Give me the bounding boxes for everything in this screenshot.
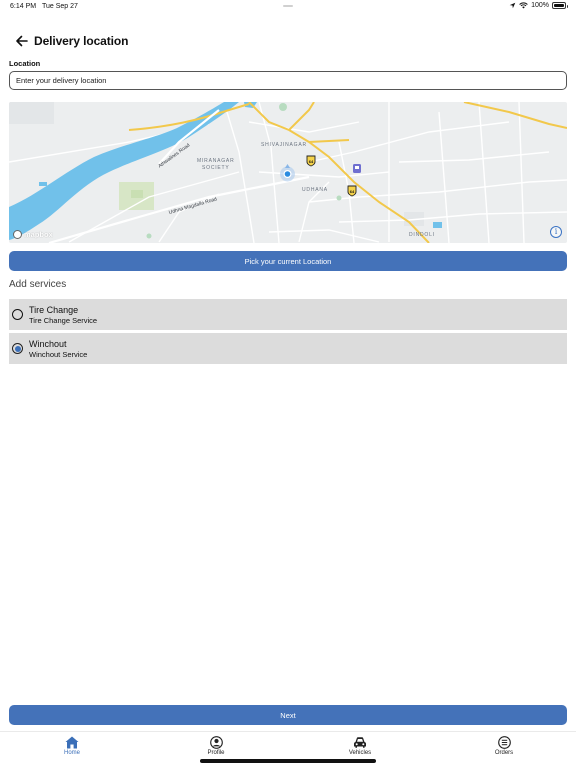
map-label-miranagar: MIRANAGAR [197,158,235,164]
page-header: Delivery location [14,33,128,49]
tab-home[interactable]: Home [42,736,102,756]
car-icon [354,737,366,748]
location-input[interactable] [9,71,567,90]
back-button[interactable] [14,34,28,48]
multitasking-indicator [283,5,293,7]
service-description: Tire Change Service [29,315,98,325]
radio-button[interactable] [12,309,23,320]
shield-number: 64 [308,158,314,164]
mapbox-mark-icon [13,230,22,239]
tab-orders[interactable]: Orders [474,736,534,756]
services-title: Add services [9,279,67,290]
shield-number: 64 [349,188,355,194]
map-view[interactable]: 64 64 SHIVAJINAGAR MIRANAGAR SOCIETY UDH… [9,102,567,243]
wifi-icon [519,2,528,9]
map-label-society: SOCIETY [202,165,230,171]
service-name: Winchout [29,338,67,349]
status-time: 6:14 PM [10,3,37,10]
service-option-winchout[interactable]: Winchout Winchout Service [9,333,567,364]
service-option-tire-change[interactable]: Tire Change Tire Change Service [9,299,567,330]
tab-label: Orders [494,750,514,756]
orders-icon [497,736,511,749]
service-description: Winchout Service [29,349,88,359]
tab-label: Home [63,750,80,756]
service-name: Tire Change [29,304,79,315]
mapbox-wordmark: mapbox [24,230,53,239]
map-label-dindoli: DINDOLI [409,232,435,238]
home-icon [65,736,79,749]
tab-label: Vehicles [348,750,372,756]
tab-profile[interactable]: Profile [186,736,246,756]
profile-icon [209,736,223,749]
tab-label: Profile [207,750,225,756]
location-arrow-icon [509,2,516,9]
battery-percent: 100% [531,2,549,9]
location-label: Location [9,59,41,68]
arrow-left-icon [15,35,28,47]
mapbox-logo[interactable]: mapbox [13,230,53,239]
map-label-udhana: UDHANA [302,187,328,193]
page-title: Delivery location [34,34,129,48]
info-icon[interactable]: i [550,226,562,238]
status-date: Tue Sep 27 [42,3,78,10]
user-location-icon [280,164,295,182]
status-icons: 100% [509,2,568,9]
map-label-shivajinagar: SHIVAJINAGAR [261,142,307,148]
tab-vehicles[interactable]: Vehicles [330,736,390,756]
radio-button-selected[interactable] [12,343,23,354]
battery-icon [552,2,568,9]
pick-current-location-button[interactable]: Pick your current Location [9,251,567,271]
status-bar: 6:14 PM Tue Sep 27 100% [0,0,576,14]
next-button[interactable]: Next [9,705,567,725]
home-indicator [200,759,376,763]
